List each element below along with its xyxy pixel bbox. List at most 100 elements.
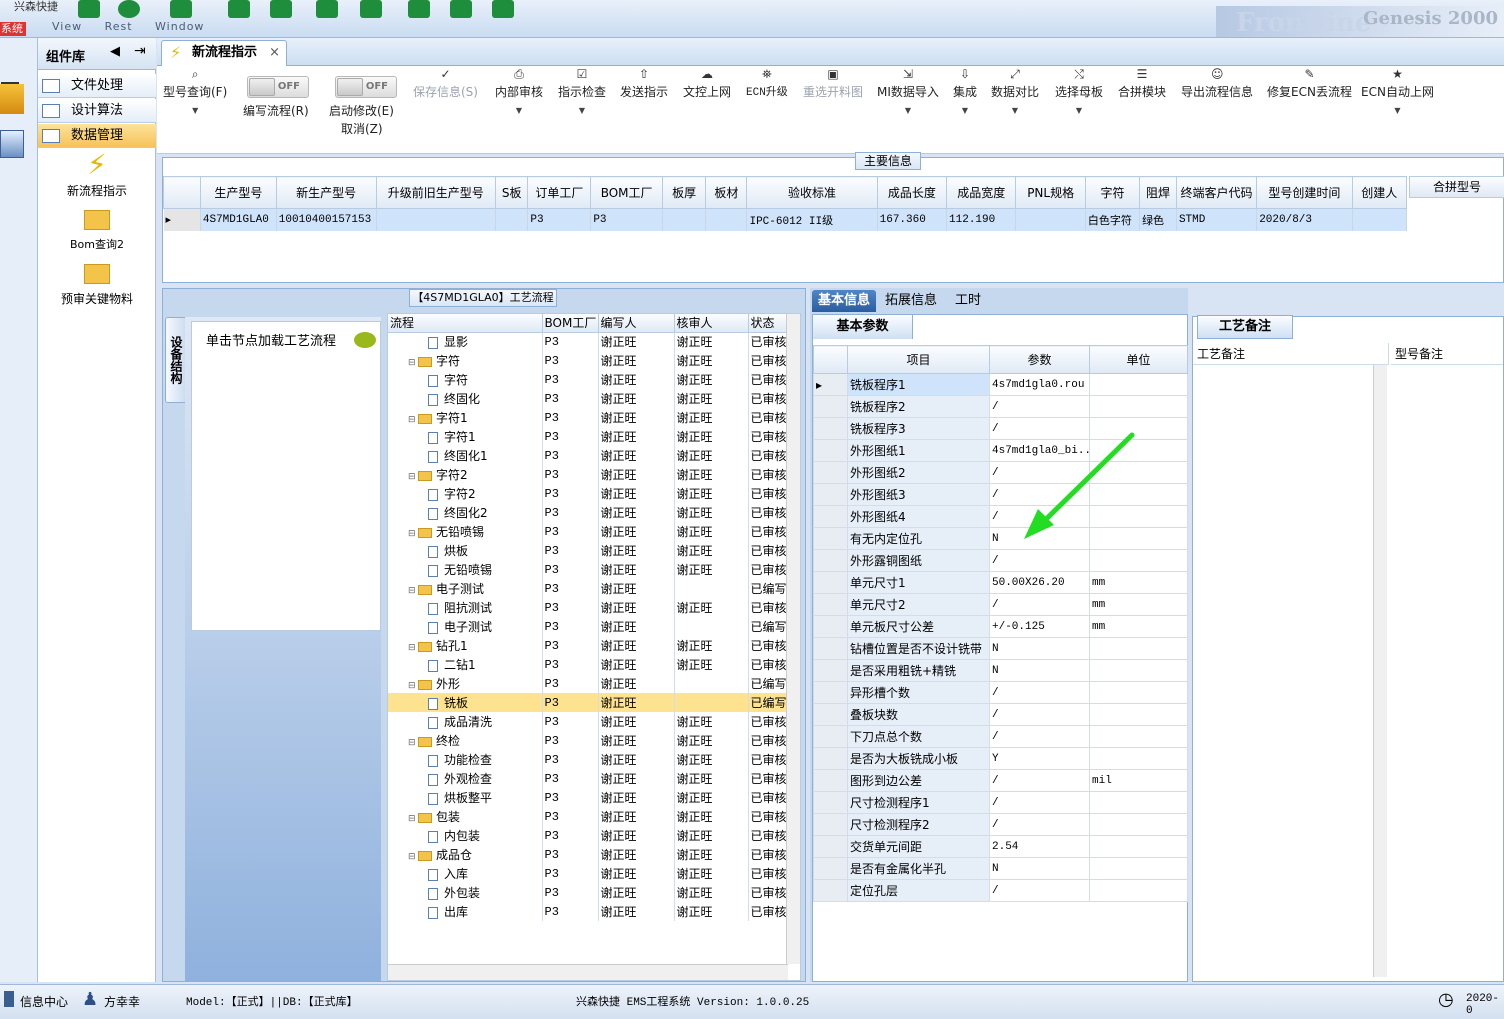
param-value[interactable]: / [989,549,1090,572]
toolbar-icon[interactable] [270,0,292,18]
table-cell[interactable] [705,208,748,231]
table-cell[interactable]: P3 [590,208,663,231]
tree-node[interactable]: ⊟ 字符1 [388,408,543,427]
param-row[interactable]: 图形到边公差 / mil [813,769,1188,792]
tree-row[interactable]: 终固化2 P3 谢正旺 谢正旺 已审核 [388,503,789,522]
column-header[interactable]: 生产型号 [199,176,277,209]
tree-row[interactable]: 电子测试 P3 谢正旺 已编写 [388,617,789,636]
table-cell[interactable] [495,208,529,231]
tree-row[interactable]: 外包装 P3 谢正旺 谢正旺 已审核 [388,883,789,902]
table-cell[interactable]: 绿色 [1139,208,1177,231]
menu-view[interactable]: View [52,20,82,33]
table-cell[interactable]: 112.190 [946,208,1017,231]
column-header[interactable]: BOM工厂 [542,314,599,333]
collapse-icon[interactable]: ⊟ [408,738,416,748]
tree-row[interactable]: 二钻1 P3 谢正旺 谢正旺 已审核 [388,655,789,674]
param-value[interactable]: 4s7md1gla0.rou [989,373,1090,396]
horizontal-scrollbar[interactable] [388,964,788,980]
column-header[interactable]: 字符 [1084,176,1141,209]
tree-node[interactable]: 外观检查 [388,769,543,788]
tree-row[interactable]: ⊟ 无铅喷锡 P3 谢正旺 谢正旺 已审核 [388,522,789,541]
menu-rest[interactable]: Rest [105,20,133,33]
column-header[interactable]: 成品长度 [876,176,948,209]
table-cell[interactable]: IPC-6012 II级 [746,208,878,231]
dropdown-arrow-icon[interactable]: ▼ [495,106,543,115]
vertical-scrollbar[interactable] [786,314,800,964]
param-value[interactable]: N [989,637,1090,660]
param-row[interactable]: 尺寸检测程序2/ [813,813,1188,836]
close-icon[interactable]: × [269,41,280,65]
tree-node[interactable]: 终固化1 [388,446,543,465]
param-value[interactable]: N [989,857,1090,880]
dropdown-arrow-icon[interactable]: ▼ [163,106,227,115]
column-header[interactable]: 成品宽度 [946,176,1017,209]
collapse-left-icon[interactable]: ◀ [110,44,120,59]
collapse-icon[interactable]: ⊟ [408,643,416,653]
column-header[interactable]: 订单工厂 [527,176,592,209]
param-row[interactable]: 是否采用粗铣+精铣 N [813,659,1188,682]
tab-new-flow[interactable]: ⚡ 新流程指示 × [161,40,287,66]
table-cell[interactable] [1352,208,1408,231]
tree-node[interactable]: ⊟ 无铅喷锡 [388,522,543,541]
tree-row[interactable]: 显影 P3 谢正旺 谢正旺 已审核 [388,332,789,351]
merge-module-button[interactable]: ☰ 合拼模块 [1118,68,1166,100]
reselect-cutting-button[interactable]: ▣ 重选开料图 [803,68,863,100]
param-value[interactable]: / [989,813,1090,836]
param-row[interactable]: 钻槽位置是否不设计铣带 N [813,637,1188,660]
param-value[interactable]: / [989,791,1090,814]
param-value[interactable]: 50.00X26.20 [989,571,1090,594]
tree-node[interactable]: 内包装 [388,826,543,845]
tab-work-hours[interactable]: 工时 [948,290,988,312]
table-cell[interactable]: P3 [527,208,592,231]
column-header[interactable]: S板 [494,176,529,209]
param-row[interactable]: 是否有金属化半孔 N [813,857,1188,880]
column-header[interactable]: 板材 [705,176,748,209]
dropdown-arrow-icon[interactable]: ▼ [1361,106,1434,115]
send-instruction-button[interactable]: ⇧ 发送指示 [620,68,668,100]
collapse-icon[interactable]: ⊟ [408,358,416,368]
tree-node[interactable]: 字符1 [388,427,543,446]
param-value[interactable]: / [989,769,1090,792]
table-cell[interactable]: 白色字符 [1085,208,1141,231]
table-cell[interactable]: 167.360 [877,208,948,231]
param-row[interactable]: 交货单元间距 2.54 [813,835,1188,858]
param-value[interactable]: / [989,681,1090,704]
tree-node[interactable]: ⊟ 钻孔1 [388,636,543,655]
select-motherboard-button[interactable]: ⤭ 选择母板 ▼ [1055,68,1103,115]
column-header[interactable]: 核审人 [674,314,749,333]
section-design-algorithm[interactable]: 设计算法 [38,99,156,123]
dropdown-arrow-icon[interactable]: ▼ [558,106,606,115]
tree-node[interactable]: ⊟ 包装 [388,807,543,826]
tree-row[interactable]: 终固化1 P3 谢正旺 谢正旺 已审核 [388,446,789,465]
toolbar-icon[interactable] [360,0,382,18]
column-header[interactable]: BOM工厂 [590,176,663,209]
tree-row[interactable]: 烘板整平 P3 谢正旺 谢正旺 已审核 [388,788,789,807]
tree-row[interactable]: 终固化 P3 谢正旺 谢正旺 已审核 [388,389,789,408]
column-header[interactable]: 板厚 [661,176,707,209]
tree-node[interactable]: 终固化 [388,389,543,408]
collapse-icon[interactable]: ⊟ [408,681,416,691]
tree-node[interactable]: 阻抗测试 [388,598,543,617]
collapse-icon[interactable]: ⊟ [408,472,416,482]
tree-row[interactable]: 外观检查 P3 谢正旺 谢正旺 已审核 [388,769,789,788]
tree-node[interactable]: ⊟ 成品仓 [388,845,543,864]
section-file-processing[interactable]: 文件处理 [38,74,156,98]
toolbar-icon[interactable] [450,0,472,18]
column-header[interactable]: 项目 [847,345,990,374]
column-header[interactable]: 新生产型号 [275,176,377,209]
tree-row[interactable]: 入库 P3 谢正旺 谢正旺 已审核 [388,864,789,883]
tree-row[interactable]: 铣板 P3 谢正旺 已编写 [388,693,789,712]
table-cell[interactable] [662,208,707,231]
tree-row[interactable]: 阻抗测试 P3 谢正旺 谢正旺 已审核 [388,598,789,617]
param-row[interactable]: 单元板尺寸公差 +/-0.125 mm [813,615,1188,638]
load-flow-box[interactable]: 单击节点加载工艺流程 [191,321,381,631]
device-icon[interactable] [0,130,24,158]
tree-node[interactable]: 字符2 [388,484,543,503]
tree-row[interactable]: ⊟ 成品仓 P3 谢正旺 谢正旺 已审核 [388,845,789,864]
column-header[interactable]: 验收标准 [746,176,878,209]
param-value[interactable]: / [989,593,1090,616]
tree-node[interactable]: ⊟ 字符2 [388,465,543,484]
param-row[interactable]: 定位孔层 / [813,879,1188,902]
collapse-icon[interactable]: ⊟ [408,415,416,425]
ecn-upgrade-button[interactable]: ⛯ ECN升级 [746,68,788,99]
